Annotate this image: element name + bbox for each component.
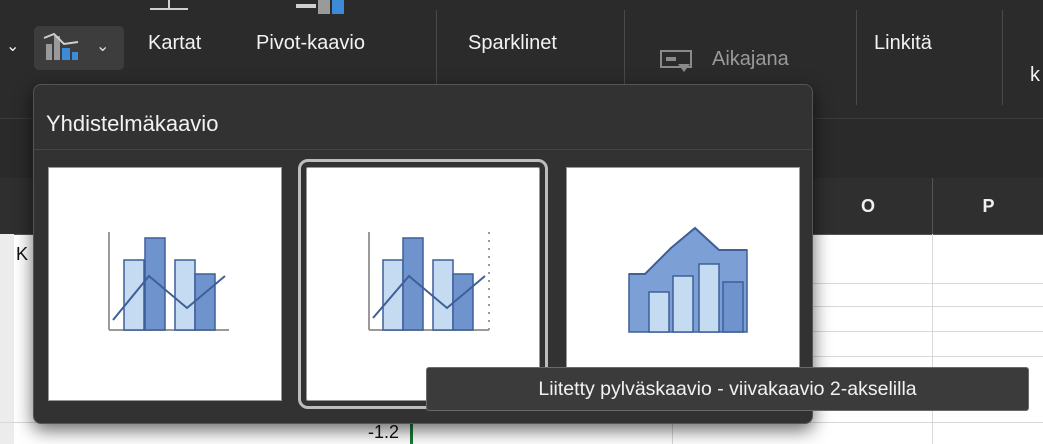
stacked-area-clustered-column-icon: [628, 226, 748, 333]
row-headers: [0, 234, 14, 444]
column-header-p[interactable]: P: [932, 178, 1043, 234]
divider: [34, 149, 812, 150]
separator: [1002, 10, 1003, 105]
chevron-down-icon: ⌄: [96, 38, 110, 55]
comment-button-fragment[interactable]: k: [1030, 64, 1040, 87]
chart-icon: [150, 0, 188, 10]
dropdown-title: Yhdistelmäkaavio: [46, 111, 219, 136]
pivot-chart-button[interactable]: Pivot-kaavio: [256, 32, 365, 55]
cell-selection-border: [410, 422, 413, 444]
cell-fragment[interactable]: K: [16, 244, 28, 265]
combo-chart-button[interactable]: ⌄: [34, 26, 124, 70]
cell-value[interactable]: -1.2: [368, 422, 399, 443]
combo-option-column-line-secondary-axis[interactable]: [298, 159, 548, 409]
combo-chart-icon: [43, 32, 79, 60]
maps-button[interactable]: Kartat: [148, 32, 201, 55]
grid-line: [810, 283, 1043, 284]
separator: [856, 10, 857, 105]
sparklines-button[interactable]: Sparklinet: [468, 32, 557, 55]
grid-line: [932, 234, 933, 444]
timeline-icon: [660, 50, 692, 72]
clustered-column-line-icon: [108, 232, 229, 331]
tooltip: Liitetty pylväskaavio - viivakaavio 2-ak…: [426, 367, 1029, 411]
combo-option-clustered-column-line[interactable]: [48, 167, 282, 401]
grid-line: [810, 331, 1043, 332]
link-button[interactable]: Linkitä: [874, 32, 932, 55]
pivot-chart-icon: [296, 0, 344, 14]
column-line-secondary-axis-icon: [368, 232, 490, 331]
grid-line: [810, 306, 1043, 307]
column-header-o[interactable]: O: [802, 178, 933, 234]
combo-option-stacked-area-clustered-column[interactable]: [566, 167, 800, 401]
chevron-down-icon[interactable]: ⌄: [6, 36, 19, 56]
timeline-button[interactable]: Aikajana: [712, 48, 789, 71]
grid-line: [810, 356, 1043, 357]
